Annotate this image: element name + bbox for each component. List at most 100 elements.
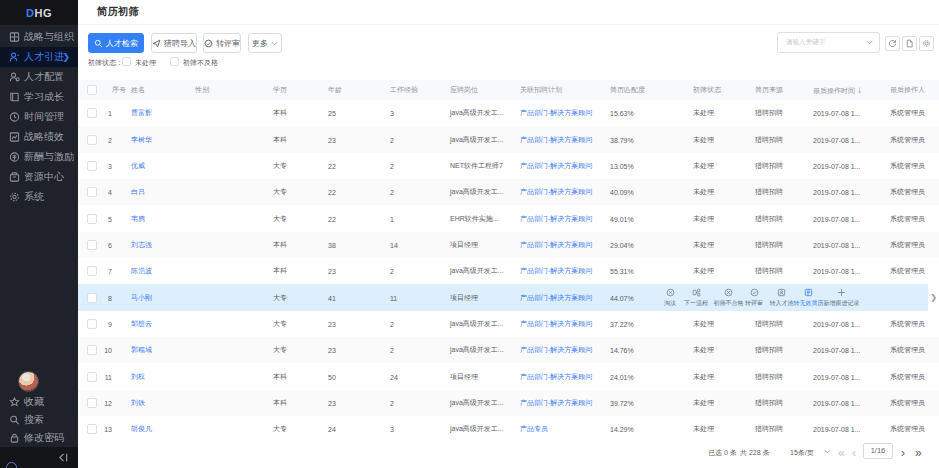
row-action-7[interactable]: 新增跟进记录 xyxy=(824,288,860,308)
row-checkbox[interactable] xyxy=(87,398,97,408)
cell-plan[interactable]: 产品部门-解决方案顾问 xyxy=(520,398,592,408)
settings-button[interactable] xyxy=(919,36,934,51)
refresh-button[interactable] xyxy=(885,36,900,51)
cell-plan[interactable]: 产品部门-解决方案顾问 xyxy=(520,187,592,197)
talent-search-button[interactable]: 人才检索 xyxy=(88,33,144,53)
column-header[interactable]: 姓名 xyxy=(131,85,145,95)
cell-name[interactable]: 曹富辉 xyxy=(131,108,152,118)
page-size-select[interactable]: 15条/页 xyxy=(790,448,814,458)
column-header[interactable]: 学历 xyxy=(273,85,287,95)
sidebar-bottom-item-2[interactable]: 搜索 xyxy=(0,411,78,429)
row-checkbox[interactable] xyxy=(87,319,97,329)
sidebar-item-7[interactable]: 薪酬与激励 xyxy=(0,147,78,167)
row-action-2[interactable]: 下一流程 xyxy=(684,288,708,308)
sort-desc-icon[interactable]: ↓ xyxy=(857,84,862,95)
cell-plan[interactable]: 产品部门-解决方案顾问 xyxy=(520,240,592,250)
row-checkbox[interactable] xyxy=(87,187,97,197)
select-all-checkbox[interactable] xyxy=(87,85,97,95)
table-row-6[interactable]: 6刘志强本科3814项目经理产品部门-解决方案顾问29.04%未处理猎聘招聘20… xyxy=(78,232,939,258)
sidebar-item-6[interactable]: 战略绩效 xyxy=(0,127,78,147)
filter-option-unprocessed[interactable]: 未处理 xyxy=(135,58,156,68)
next-page-button[interactable]: › xyxy=(901,446,905,460)
sidebar-item-2[interactable]: 人才引进❯ xyxy=(0,47,78,67)
first-page-button[interactable]: « xyxy=(838,446,845,460)
cell-plan[interactable]: 产品部门-解决方案顾问 xyxy=(520,266,592,276)
keyword-select[interactable]: 请输入关键字 xyxy=(777,32,880,53)
column-header[interactable]: 序号 xyxy=(112,85,126,95)
row-checkbox[interactable] xyxy=(87,135,97,145)
cell-name[interactable]: 优威 xyxy=(131,161,145,171)
cell-plan[interactable]: 产品部门-解决方案顾问 xyxy=(520,319,592,329)
filter-checkbox-unprocessed[interactable] xyxy=(122,57,131,66)
export-button[interactable] xyxy=(902,36,917,51)
cell-plan[interactable]: 产品部门-解决方案顾问 xyxy=(520,214,592,224)
row-checkbox[interactable] xyxy=(87,345,97,355)
cell-plan[interactable]: 产品专员 xyxy=(520,424,548,434)
cell-name[interactable]: 刘铁 xyxy=(131,398,145,408)
column-header[interactable]: 简历来源 xyxy=(755,85,783,95)
cell-name[interactable]: 邹想云 xyxy=(131,319,152,329)
column-header[interactable]: 初筛状态 xyxy=(693,85,721,95)
column-header[interactable]: 关联招聘计划 xyxy=(520,85,562,95)
cell-plan[interactable]: 产品部门-解决方案顾问 xyxy=(520,108,592,118)
column-header[interactable]: 年龄 xyxy=(328,85,342,95)
table-row-9[interactable]: 9邹想云大专232java高级开发工...产品部门-解决方案顾问37.22%未处… xyxy=(78,311,939,337)
cell-plan[interactable]: 产品部门-解决方案顾问 xyxy=(520,135,592,145)
column-header[interactable]: 最后操作时间 ↓ xyxy=(813,84,862,96)
more-button[interactable]: 更多 xyxy=(248,33,282,53)
table-row-4[interactable]: 4白吕大专222java高级开发工...产品部门-解决方案顾问40.09%未处理… xyxy=(78,179,939,205)
sidebar-item-8[interactable]: 资源中心 xyxy=(0,167,78,187)
cell-plan[interactable]: 产品部门-解决方案顾问 xyxy=(520,161,592,171)
table-row-13[interactable]: 13胡俊凡大专243java高级开发工...产品专员14.29%未处理猎聘招聘2… xyxy=(78,416,939,442)
table-row-10[interactable]: 10郭糯城大专232java高级开发工...产品部门-解决方案顾问14.76%未… xyxy=(78,337,939,363)
collapse-icon[interactable] xyxy=(58,452,69,463)
table-row-7[interactable]: 7陈浩波本科232java高级开发工...产品部门-解决方案顾问55.31%未处… xyxy=(78,258,939,284)
cell-name[interactable]: 刘志强 xyxy=(131,240,152,250)
row-action-1[interactable]: 淘汰 xyxy=(664,288,676,308)
cell-name[interactable]: 白吕 xyxy=(131,187,145,197)
row-checkbox[interactable] xyxy=(87,266,97,276)
column-header[interactable]: 性别 xyxy=(195,85,209,95)
avatar[interactable] xyxy=(18,371,39,392)
cell-name[interactable]: 韦腾 xyxy=(131,214,145,224)
table-row-3[interactable]: 3优威大专222NET软件工程师7产品部门-解决方案顾问13.05%未处理猎聘招… xyxy=(78,153,939,179)
cell-name[interactable]: 刘权 xyxy=(131,372,145,382)
filter-checkbox-failed[interactable] xyxy=(170,57,179,66)
sidebar-bottom-item-1[interactable]: 收藏 xyxy=(0,393,78,411)
row-action-5[interactable]: 转入才池 xyxy=(770,288,794,308)
sidebar-item-9[interactable]: 系统 xyxy=(0,187,78,207)
table-row-12[interactable]: 12刘铁本科232java高级开发工...产品部门-解决方案顾问39.72%未处… xyxy=(78,390,939,416)
row-action-4[interactable]: 转评审 xyxy=(745,288,763,308)
column-header[interactable]: 最后操作人 xyxy=(890,85,925,95)
to-review-button[interactable]: 转评审 xyxy=(203,33,241,53)
sidebar-item-1[interactable]: 战略与组织 xyxy=(0,27,78,47)
sidebar-item-5[interactable]: 时间管理 xyxy=(0,107,78,127)
table-row-2[interactable]: 2李树华本科232java高级开发工...产品部门-解决方案顾问38.79%未处… xyxy=(78,126,939,152)
row-checkbox[interactable] xyxy=(87,161,97,171)
row-checkbox[interactable] xyxy=(87,214,97,224)
table-row-5[interactable]: 5韦腾大专221EHR软件实施...产品部门-解决方案顾问49.01%未处理猎聘… xyxy=(78,205,939,231)
column-header[interactable]: 工作经验 xyxy=(390,85,418,95)
table-row-8[interactable]: 8马小刚大专4111项目经理产品部门-解决方案顾问44.07%淘汰下一流程初筛不… xyxy=(78,284,939,310)
row-checkbox[interactable] xyxy=(87,108,97,118)
row-checkbox[interactable] xyxy=(87,240,97,250)
sidebar-bottom-item-3[interactable]: 修改密码 xyxy=(0,429,78,447)
sidebar-item-3[interactable]: 人才配置 xyxy=(0,67,78,87)
row-action-3[interactable]: 初筛不合格 xyxy=(714,288,744,308)
theme-circle-icon[interactable] xyxy=(6,462,17,468)
cell-name[interactable]: 陈浩波 xyxy=(131,266,152,276)
cell-plan[interactable]: 产品部门-解决方案顾问 xyxy=(520,372,592,382)
last-page-button[interactable]: » xyxy=(915,446,922,460)
sidebar-item-4[interactable]: 学习成长 xyxy=(0,87,78,107)
cell-name[interactable]: 胡俊凡 xyxy=(131,424,152,434)
column-header[interactable]: 简历匹配度 xyxy=(610,85,645,95)
cell-name[interactable]: 李树华 xyxy=(131,135,152,145)
prev-page-button[interactable]: ‹ xyxy=(852,446,856,460)
row-checkbox[interactable] xyxy=(87,424,97,434)
cell-plan[interactable]: 产品部门-解决方案顾问 xyxy=(520,345,592,355)
row-action-6[interactable]: 转无效简历 xyxy=(794,288,824,308)
action-expand-icon[interactable]: ❯ xyxy=(928,284,939,310)
row-checkbox[interactable] xyxy=(87,372,97,382)
table-row-1[interactable]: 1曹富辉本科253java高级开发工...产品部门-解决方案顾问15.63%未处… xyxy=(78,100,939,126)
liepin-import-button[interactable]: 猎聘导入 xyxy=(151,33,197,53)
